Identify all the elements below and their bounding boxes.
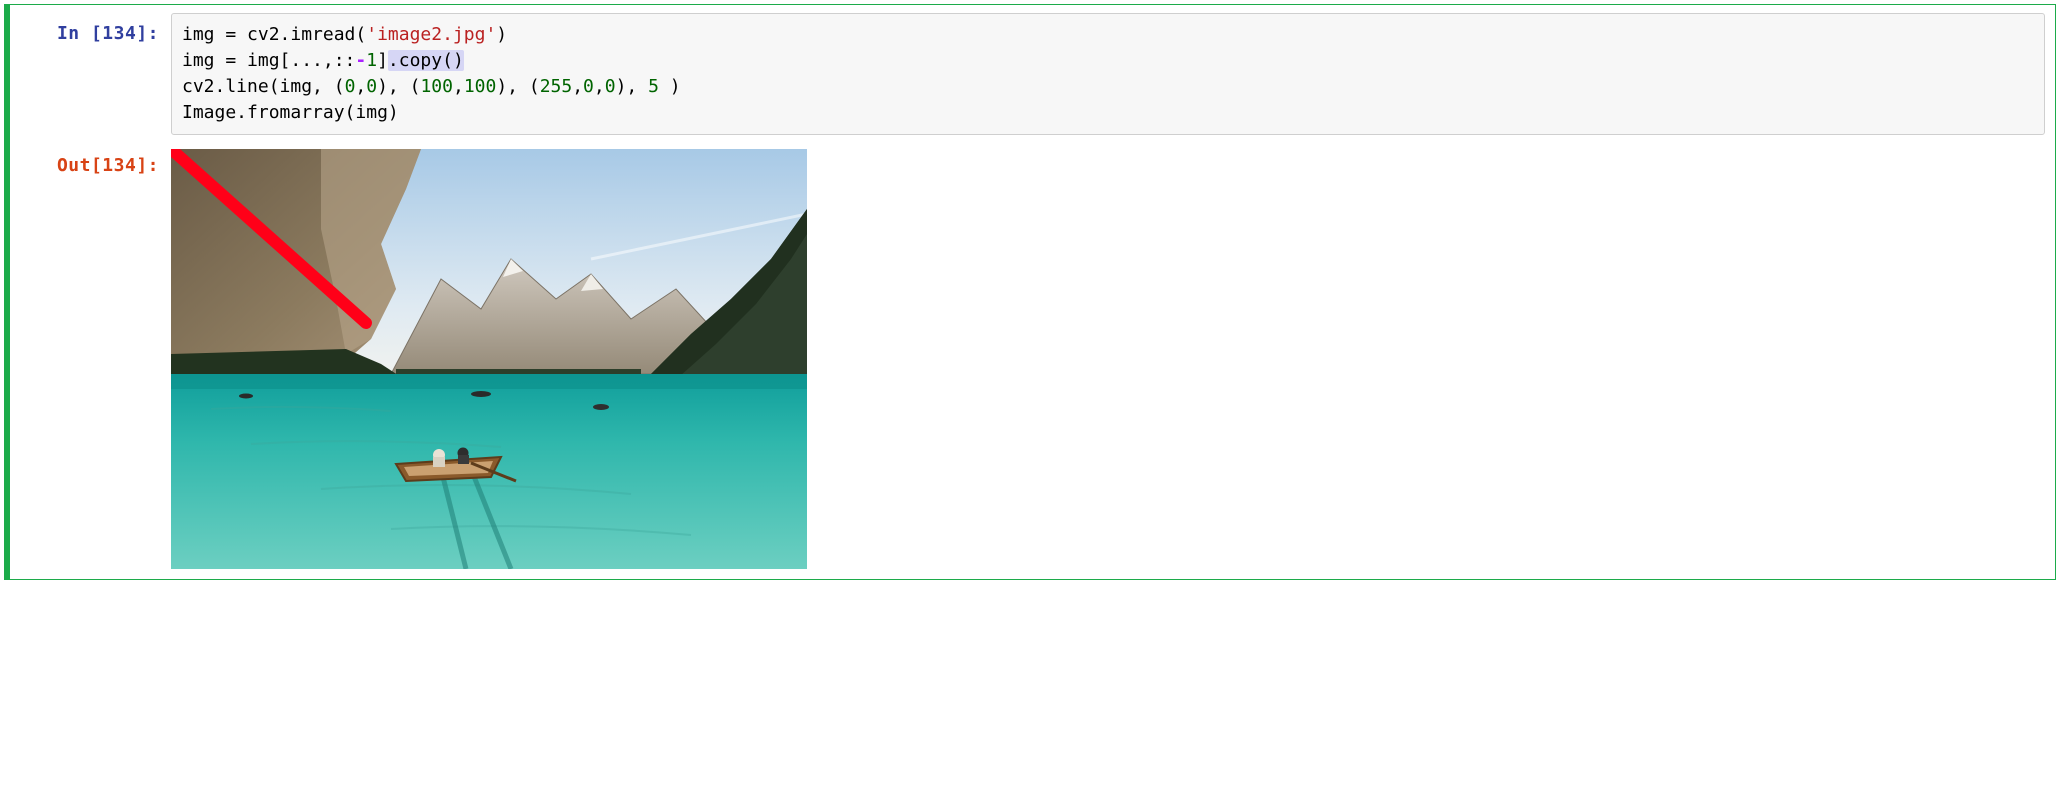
code-l1-b: )	[496, 24, 507, 45]
input-content: img = cv2.imread('image2.jpg') img = img…	[171, 13, 2045, 135]
code-l2-selection[interactable]: .copy()	[388, 50, 464, 71]
out-prefix: Out[	[57, 155, 102, 176]
code-l3-c2: ,	[453, 76, 464, 97]
code-l3-c3: ,	[572, 76, 583, 97]
out-suffix: ]:	[136, 155, 159, 176]
code-l1-a: img = cv2.imread(	[182, 24, 366, 45]
code-l3-n5: 5	[648, 76, 659, 97]
code-editor[interactable]: img = cv2.imread('image2.jpg') img = img…	[171, 13, 2045, 135]
input-prompt-label: In [134]:	[57, 21, 159, 47]
code-l3-n0d: 0	[605, 76, 616, 97]
input-prompt: In [134]:	[16, 13, 171, 55]
code-l4-a: Image.fromarray(img)	[182, 102, 399, 123]
code-l3-e: )	[659, 76, 681, 97]
code-l1-str: 'image2.jpg'	[366, 24, 496, 45]
in-exec-count: 134	[102, 23, 136, 44]
code-l3-c: ), (	[496, 76, 539, 97]
in-suffix: ]:	[136, 23, 159, 44]
code-l3-a: cv2.line(img, (	[182, 76, 345, 97]
code-l3-d: ),	[616, 76, 649, 97]
code-l3-n100a: 100	[420, 76, 453, 97]
code-l2-b: ]	[377, 50, 388, 71]
code-l3-n0c: 0	[583, 76, 594, 97]
code-l3-c1: ,	[355, 76, 366, 97]
out-exec-count: 134	[102, 155, 136, 176]
code-l3-n0b: 0	[366, 76, 377, 97]
code-l3-n255: 255	[540, 76, 573, 97]
input-row: In [134]: img = cv2.imread('image2.jpg')…	[16, 13, 2045, 135]
code-l2-one: 1	[366, 50, 377, 71]
output-content	[171, 145, 2045, 569]
in-prefix: In [	[57, 23, 102, 44]
code-l3-c4: ,	[594, 76, 605, 97]
code-l3-n0a: 0	[345, 76, 356, 97]
output-prompt-label: Out[134]:	[57, 153, 159, 179]
output-row: Out[134]:	[16, 145, 2045, 569]
notebook-cell: In [134]: img = cv2.imread('image2.jpg')…	[4, 4, 2056, 580]
code-l3-b: ), (	[377, 76, 420, 97]
code-l2-neg: -	[355, 50, 366, 71]
output-area	[171, 145, 2045, 569]
code-l3-n100b: 100	[464, 76, 497, 97]
code-l2-a: img = img[...,::	[182, 50, 355, 71]
output-prompt: Out[134]:	[16, 145, 171, 187]
output-image	[171, 149, 807, 569]
